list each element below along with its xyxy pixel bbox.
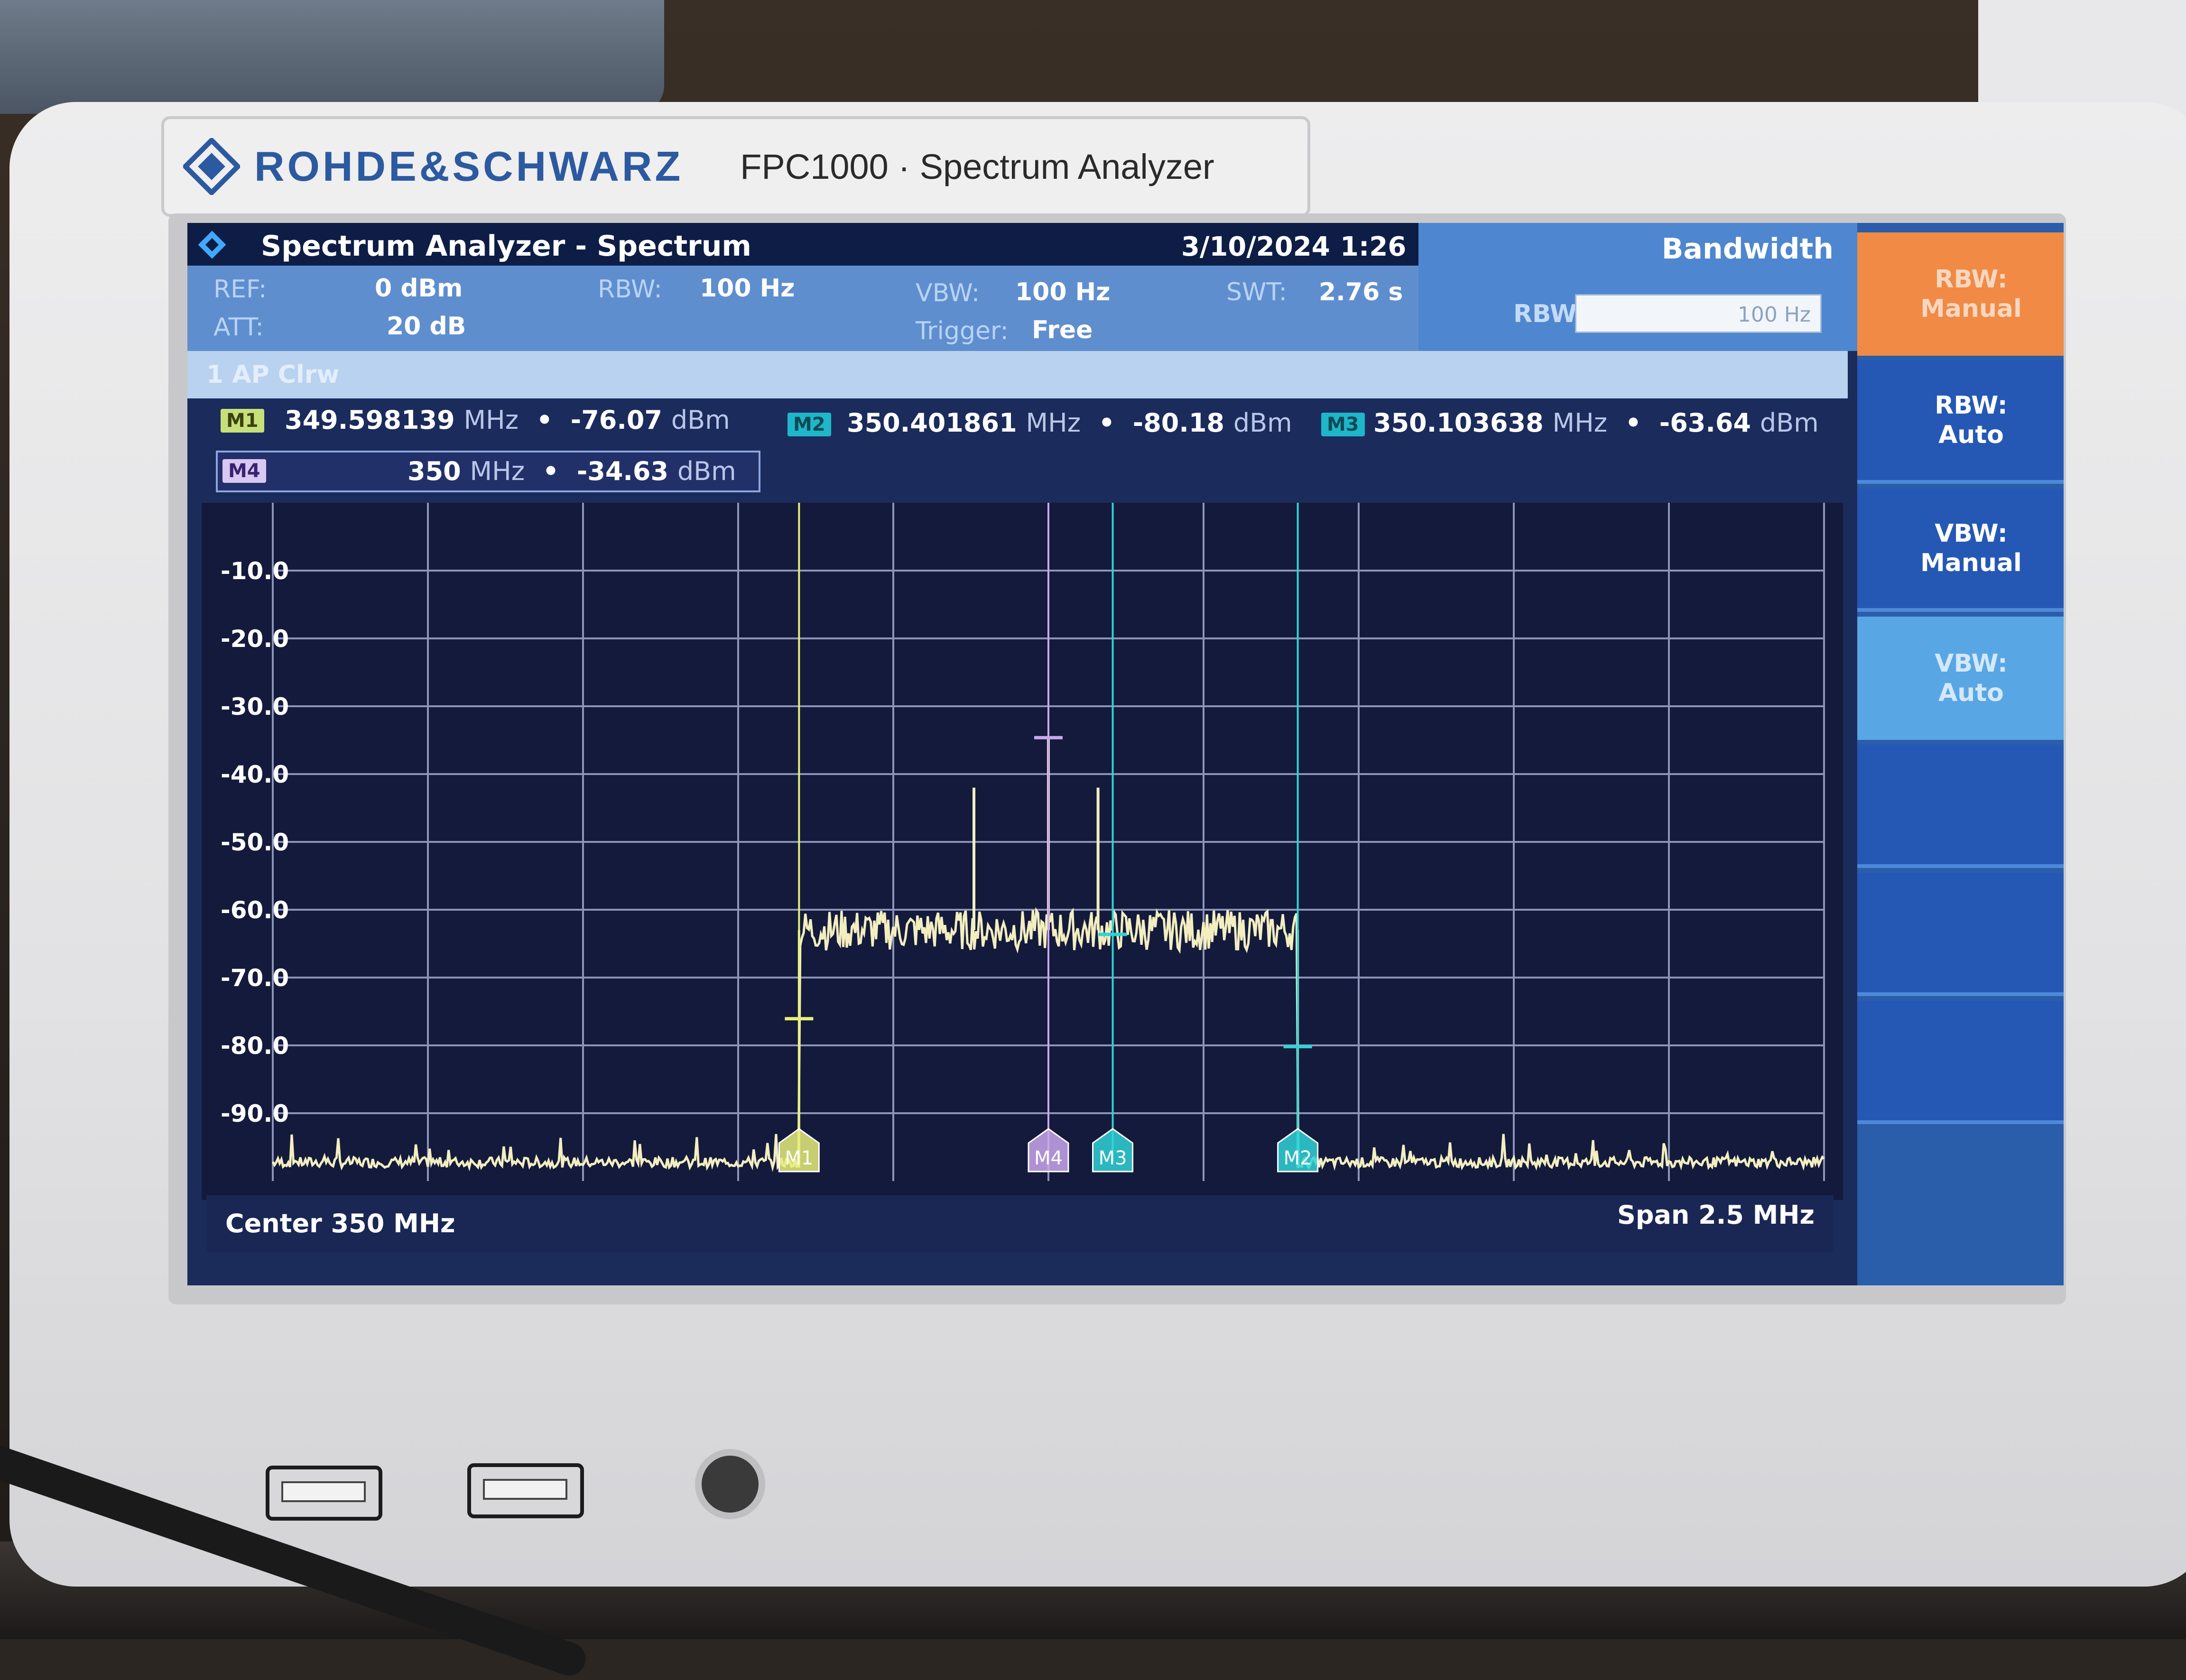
marker-m4-dot: •: [542, 456, 559, 486]
marker-m4-level-unit: dBm: [677, 456, 736, 486]
softkey-blank-6[interactable]: [1857, 873, 2064, 996]
vbw-label: VBW:: [916, 279, 980, 307]
y-tick-label: -10.0: [221, 557, 289, 585]
y-tick-label: -60.0: [221, 896, 289, 924]
softkey-blank-7[interactable]: [1857, 1001, 2064, 1124]
marker-m2-readout: 350.401861 MHz • -80.18 dBm: [847, 408, 1292, 438]
marker-m1-level: -76.07: [570, 405, 662, 435]
marker-m4-freq: 350: [408, 456, 461, 486]
model-name: FPC1000 · Spectrum Analyzer: [740, 147, 1214, 186]
time-display: 1:26: [1340, 231, 1407, 262]
marker-m3-dot: •: [1625, 408, 1642, 438]
marker-m2-freq-unit: MHz: [1026, 408, 1081, 438]
y-tick-label: -70.0: [221, 964, 289, 992]
marker-m1-level-unit: dBm: [671, 405, 730, 435]
title-bar: Spectrum Analyzer - Spectrum 3/10/2024 1…: [187, 223, 1418, 266]
y-tick-label: -80.0: [221, 1032, 289, 1060]
parameter-panel: REF: 0 dBm ATT: 20 dB RBW: 100 Hz VBW: 1…: [187, 266, 1418, 351]
trace-info-bar: 1 AP Clrw: [187, 351, 1848, 398]
marker-m2-dot: •: [1098, 408, 1115, 438]
marker-flag-label-m3: M3: [1099, 1147, 1127, 1169]
marker-m1-readout: 349.598139 MHz • -76.07 dBm: [285, 405, 730, 435]
bandwidth-panel: Bandwidth RBW 100 Hz: [1418, 223, 1857, 351]
ref-value[interactable]: 0 dBm: [375, 274, 463, 303]
marker-table: M1 349.598139 MHz • -76.07 dBm M2 350.40…: [187, 398, 1848, 493]
center-frequency[interactable]: Center 350 MHz: [225, 1209, 455, 1238]
brand-name: ROHDE&SCHWARZ: [254, 143, 684, 190]
mode-title: Spectrum Analyzer - Spectrum: [261, 230, 751, 263]
marker-badge-m4[interactable]: M4: [222, 459, 266, 483]
marker-flag-label-m4: M4: [1034, 1147, 1063, 1169]
softkey-rbw-auto[interactable]: RBW: Auto: [1857, 360, 2064, 484]
trigger-value[interactable]: Free: [1032, 316, 1093, 344]
marker-m3-level: -63.64: [1659, 408, 1751, 438]
usb-port-2: [467, 1463, 584, 1518]
marker-m4-row[interactable]: M4 350 MHz • -34.63 dBm: [216, 451, 760, 492]
ref-label: REF:: [213, 275, 267, 304]
marker-m1-freq: 349.598139: [285, 405, 455, 435]
marker-badge-m2[interactable]: M2: [787, 413, 831, 436]
marker-badge-m1[interactable]: M1: [221, 409, 264, 433]
rbw-input-label: RBW: [1513, 300, 1577, 328]
span-frequency[interactable]: Span 2.5 MHz: [1617, 1200, 1815, 1230]
bandwidth-title: Bandwidth: [1661, 232, 1834, 266]
marker-m3-freq-unit: MHz: [1552, 408, 1608, 438]
rbw-input[interactable]: 100 Hz: [1575, 294, 1822, 333]
softkey-blank-5[interactable]: [1857, 745, 2064, 868]
marker-flag-label-m2: M2: [1284, 1147, 1312, 1169]
softkey-panel: RBW: Manual RBW: Auto VBW: Manual VBW: A…: [1857, 223, 2064, 1285]
analyzer-screen: Spectrum Analyzer - Spectrum 3/10/2024 1…: [187, 223, 2064, 1285]
spectrum-plot[interactable]: -10.0 -20.0 -30.0 -40.0 -50.0 -60.0 -70.0 -80.0…: [202, 503, 1843, 1200]
headphone-jack: [695, 1449, 765, 1519]
marker-m2-level-unit: dBm: [1233, 408, 1292, 438]
brand-plate: ROHDE&SCHWARZ FPC1000 · Spectrum Analyze…: [161, 116, 1310, 217]
y-tick-label: -40.0: [221, 761, 289, 788]
rbw-label: RBW:: [598, 275, 662, 304]
marker-m2-freq: 350.401861: [847, 408, 1017, 438]
marker-m1-dot: •: [536, 405, 553, 435]
trigger-label: Trigger:: [916, 317, 1009, 345]
marker-m4-freq-unit: MHz: [470, 456, 525, 486]
rohde-schwarz-logo-icon: [183, 138, 240, 195]
swt-label: SWT:: [1226, 278, 1287, 306]
stacked-instrument: [0, 0, 664, 114]
marker-m3-readout: 350.103638 MHz • -63.64 dBm: [1373, 408, 1819, 438]
trace-label[interactable]: 1 AP Clrw: [206, 360, 339, 389]
background-paper: [1978, 0, 2186, 119]
spectrum-graph[interactable]: -10.0 -20.0 -30.0 -40.0 -50.0 -60.0 -70.0 -80.0…: [202, 503, 1843, 1200]
marker-badge-m3[interactable]: M3: [1321, 413, 1365, 436]
softkey-vbw-manual[interactable]: VBW: Manual: [1857, 489, 2064, 612]
softkey-vbw-auto[interactable]: VBW: Auto: [1857, 617, 2064, 740]
marker-m3-level-unit: dBm: [1760, 408, 1819, 438]
y-tick-label: -50.0: [221, 829, 289, 856]
rbw-value[interactable]: 100 Hz: [700, 274, 795, 303]
marker-m4-level: -34.63: [576, 456, 669, 486]
usb-port-1: [266, 1466, 382, 1521]
mode-diamond-icon[interactable]: [197, 230, 227, 260]
y-tick-label: -30.0: [221, 693, 289, 720]
y-tick-label: -90.0: [221, 1100, 289, 1127]
date-display: 3/10/2024: [1181, 231, 1330, 262]
softkey-rbw-manual[interactable]: RBW: Manual: [1857, 232, 2064, 356]
vbw-value[interactable]: 100 Hz: [1015, 278, 1110, 306]
marker-flag-label-m1: M1: [785, 1147, 813, 1169]
marker-m2-level: -80.18: [1132, 408, 1224, 438]
marker-m3-freq: 350.103638: [1373, 408, 1544, 438]
marker-m4-readout: 350 MHz • -34.63 dBm: [408, 456, 736, 486]
frequency-footer: Center 350 MHz Span 2.5 MHz: [206, 1195, 1834, 1252]
swt-value[interactable]: 2.76 s: [1319, 278, 1403, 306]
y-tick-label: -20.0: [221, 625, 289, 653]
att-value[interactable]: 20 dB: [387, 312, 466, 341]
marker-m1-freq-unit: MHz: [463, 405, 519, 435]
att-label: ATT:: [213, 313, 264, 342]
